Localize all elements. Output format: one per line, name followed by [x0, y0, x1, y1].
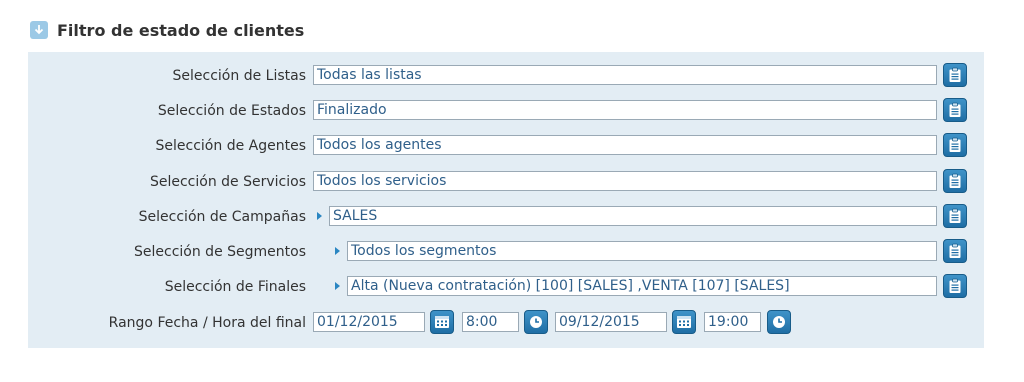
start-time-input[interactable]: 8:00: [462, 312, 519, 332]
calendar-icon: [677, 316, 691, 328]
end-time-clock-button[interactable]: [767, 310, 791, 334]
expand-arrow-icon[interactable]: [335, 282, 340, 290]
clipboard-icon: [949, 173, 961, 188]
estados-field[interactable]: Finalizado: [313, 100, 937, 120]
segmentos-field[interactable]: Todos los segmentos: [347, 241, 937, 261]
clock-icon: [530, 316, 542, 328]
filter-panel: Selección de Listas Todas las listas Sel…: [28, 52, 984, 348]
date-range-row: Rango Fecha / Hora del final 01/12/2015 …: [28, 310, 984, 335]
campanas-field[interactable]: SALES: [329, 206, 937, 226]
expand-arrow-icon[interactable]: [335, 247, 340, 255]
clipboard-icon: [949, 278, 961, 293]
agentes-select-button[interactable]: [943, 133, 967, 157]
filter-row-campanas: Selección de Campañas SALES: [28, 204, 984, 229]
filter-label-finales: Selección de Finales: [164, 279, 306, 295]
section-header: Filtro de estado de clientes: [30, 18, 304, 42]
segmentos-select-button[interactable]: [943, 239, 967, 263]
clipboard-icon: [949, 243, 961, 258]
filter-label-listas: Selección de Listas: [172, 68, 306, 84]
filter-row-agentes: Selección de Agentes Todos los agentes: [28, 133, 984, 158]
clipboard-icon: [949, 208, 961, 223]
finales-select-button[interactable]: [943, 274, 967, 298]
servicios-select-button[interactable]: [943, 169, 967, 193]
end-date-calendar-button[interactable]: [672, 310, 696, 334]
clipboard-icon: [949, 67, 961, 82]
filter-row-finales: Selección de Finales Alta (Nueva contrat…: [28, 274, 984, 299]
clipboard-icon: [949, 137, 961, 152]
date-range-label: Rango Fecha / Hora del final: [108, 315, 306, 331]
start-date-calendar-button[interactable]: [430, 310, 454, 334]
listas-field[interactable]: Todas las listas: [313, 65, 937, 85]
estados-select-button[interactable]: [943, 98, 967, 122]
filter-label-servicios: Selección de Servicios: [149, 174, 306, 190]
filter-label-segmentos: Selección de Segmentos: [134, 244, 306, 260]
download-arrow-icon: [30, 21, 48, 39]
filter-row-estados: Selección de Estados Finalizado: [28, 98, 984, 123]
end-time-input[interactable]: 19:00: [704, 312, 761, 332]
clock-icon: [773, 316, 785, 328]
end-date-input[interactable]: 09/12/2015: [555, 312, 667, 332]
filter-label-campanas: Selección de Campañas: [138, 209, 306, 225]
filter-row-servicios: Selección de Servicios Todos los servici…: [28, 169, 984, 194]
finales-field[interactable]: Alta (Nueva contratación) [100] [SALES] …: [347, 276, 937, 296]
campanas-select-button[interactable]: [943, 204, 967, 228]
listas-select-button[interactable]: [943, 63, 967, 87]
filter-row-segmentos: Selección de Segmentos Todos los segment…: [28, 239, 984, 264]
expand-arrow-icon[interactable]: [317, 212, 322, 220]
filter-label-agentes: Selección de Agentes: [155, 138, 306, 154]
calendar-icon: [435, 316, 449, 328]
start-date-input[interactable]: 01/12/2015: [313, 312, 425, 332]
filter-row-listas: Selección de Listas Todas las listas: [28, 63, 984, 88]
servicios-field[interactable]: Todos los servicios: [313, 171, 937, 191]
start-time-clock-button[interactable]: [524, 310, 548, 334]
filter-label-estados: Selección de Estados: [157, 103, 306, 119]
agentes-field[interactable]: Todos los agentes: [313, 135, 937, 155]
clipboard-icon: [949, 102, 961, 117]
section-title: Filtro de estado de clientes: [57, 20, 305, 40]
